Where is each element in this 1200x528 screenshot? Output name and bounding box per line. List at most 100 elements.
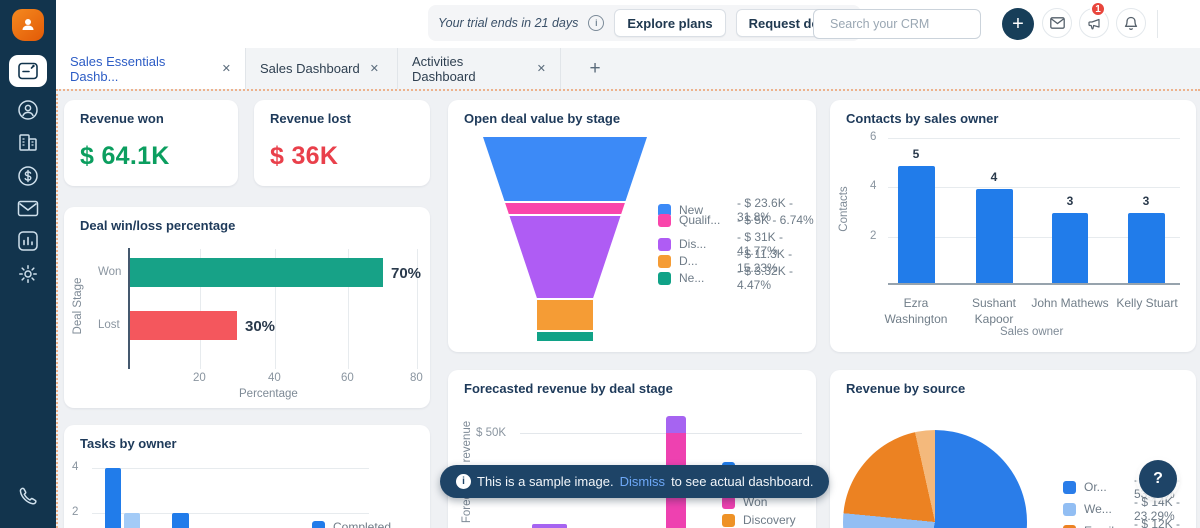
y-tick: $ 50K	[476, 427, 507, 439]
lost-value-label: 30%	[245, 318, 276, 335]
quick-add-button[interactable]: +	[1002, 8, 1034, 40]
contact-bar[interactable]	[898, 166, 935, 283]
stacked-bar-segment[interactable]	[532, 524, 567, 528]
sidebar-item-analytics[interactable]	[16, 229, 40, 253]
contact-bar[interactable]	[1128, 213, 1165, 283]
email-icon	[17, 200, 39, 217]
won-bar[interactable]	[130, 258, 383, 287]
sidebar-item-dashboard[interactable]	[9, 55, 47, 87]
card-title: Revenue lost	[270, 111, 351, 126]
legend-swatch	[312, 520, 325, 528]
category-label: Won	[98, 266, 122, 278]
legend-label: Email	[1084, 524, 1126, 528]
y-tick: 4	[72, 461, 79, 473]
notification-badge: 1	[1090, 1, 1106, 17]
chart-title: Revenue by source	[846, 381, 966, 396]
sidebar-item-email[interactable]	[16, 197, 40, 221]
inbox-button[interactable]	[1042, 8, 1072, 38]
bar-value: 3	[1142, 194, 1150, 208]
legend-label: Discovery	[743, 513, 796, 527]
gridline	[888, 138, 1180, 139]
chart-title: Tasks by owner	[80, 436, 177, 451]
lost-bar[interactable]	[130, 311, 237, 340]
y-tick: 4	[870, 180, 877, 192]
settings-icon	[19, 265, 37, 283]
tab-sales-essentials-dashboard[interactable]: Sales Essentials Dashb... ✕	[56, 48, 246, 89]
sidebar-item-phone[interactable]	[16, 484, 40, 508]
freshworks-logo[interactable]	[12, 9, 44, 41]
legend-label: Completed	[333, 520, 392, 528]
x-axis-label: Sales owner	[1000, 326, 1064, 338]
search-bar[interactable]	[813, 9, 993, 39]
analytics-icon	[18, 231, 38, 251]
bell-icon	[1124, 16, 1138, 30]
revenue-won-card: Revenue won $ 64.1K	[64, 100, 238, 186]
chart-title: Deal win/loss percentage	[80, 218, 236, 233]
legend-value: - $ 12K - 19.97%	[1134, 517, 1181, 528]
sidebar-item-accounts[interactable]	[16, 130, 40, 154]
notifications-button[interactable]	[1116, 8, 1146, 38]
y-tick: 2	[870, 230, 877, 242]
contact-bar[interactable]	[1052, 213, 1088, 283]
sidebar	[0, 0, 56, 528]
task-bar[interactable]	[124, 513, 140, 528]
contact-bar[interactable]	[976, 189, 1013, 283]
legend-item: Discovery	[722, 513, 796, 527]
toast-text-after: to see actual dashboard.	[671, 474, 814, 489]
open-deal-value-card: Open deal value by stage New - $ 23.6K -…	[448, 100, 816, 352]
info-icon[interactable]: i	[588, 15, 605, 31]
revenue-won-value: $ 64.1K	[80, 142, 170, 170]
help-button[interactable]: ?	[1139, 460, 1177, 498]
legend-label: Or...	[1084, 480, 1107, 494]
y-tick: 2	[72, 506, 79, 518]
close-icon[interactable]: ✕	[370, 62, 379, 75]
revenue-lost-card: Revenue lost $ 36K	[254, 100, 430, 186]
y-axis-label: Contacts	[838, 186, 850, 232]
sidebar-item-contacts[interactable]	[16, 98, 40, 122]
category-label: Kelly Stuart	[1116, 296, 1178, 310]
y-axis-label: Deal Stage	[72, 277, 84, 335]
legend-item: Completed	[312, 520, 391, 528]
category-label: Ezra Washington	[884, 296, 948, 327]
pie-chart[interactable]	[843, 430, 1027, 528]
dashboard-tab-bar: Sales Essentials Dashb... ✕ Sales Dashbo…	[56, 48, 1200, 89]
close-icon[interactable]: ✕	[222, 62, 231, 75]
close-icon[interactable]: ✕	[537, 62, 546, 75]
revenue-by-source-card: Revenue by source Or... - $ 32K - 53.25%…	[830, 370, 1196, 528]
add-tab-button[interactable]: +	[575, 48, 615, 89]
phone-icon	[19, 487, 37, 505]
crm-dashboard-app: Your trial ends in 21 days i Explore pla…	[0, 0, 1200, 528]
trial-text: Your trial ends in 21 days	[438, 16, 579, 30]
sidebar-item-settings[interactable]	[16, 262, 40, 286]
legend-swatch	[722, 513, 735, 527]
tab-label: Activities Dashboard	[412, 53, 476, 84]
x-tick: 60	[341, 372, 354, 384]
legend-label: Qualif...	[679, 213, 721, 227]
tab-label: Sales Essentials Dashb...	[70, 53, 166, 84]
legend-swatch	[658, 271, 671, 285]
tab-sales-dashboard[interactable]: Sales Dashboard ✕	[246, 48, 398, 89]
legend-swatch	[1063, 524, 1076, 528]
legend-swatch	[658, 213, 671, 227]
explore-plans-button[interactable]: Explore plans	[614, 9, 726, 37]
bar-value: 5	[912, 147, 920, 161]
plus-icon: +	[1012, 13, 1024, 35]
search-input[interactable]	[828, 16, 993, 32]
contacts-icon	[18, 100, 38, 120]
tab-activities-dashboard[interactable]: Activities Dashboard ✕	[398, 48, 561, 89]
task-bar[interactable]	[105, 468, 121, 528]
legend-item: Qualif... - $ 5K - 6.74%	[658, 213, 814, 227]
task-bar[interactable]	[172, 513, 189, 528]
y-tick: 6	[870, 131, 877, 143]
gridline	[92, 468, 369, 469]
category-label: Lost	[98, 319, 120, 331]
stacked-bar-segment[interactable]	[666, 416, 686, 433]
x-tick: 20	[193, 372, 206, 384]
dismiss-link[interactable]: Dismiss	[620, 474, 666, 489]
sidebar-item-deals[interactable]	[16, 164, 40, 188]
info-icon: i	[456, 474, 471, 489]
legend-label: We...	[1084, 502, 1112, 516]
sample-image-toast: i This is a sample image. Dismiss to see…	[440, 465, 830, 498]
bar-value: 4	[990, 170, 998, 184]
top-bar: Your trial ends in 21 days i Explore pla…	[56, 0, 1200, 49]
